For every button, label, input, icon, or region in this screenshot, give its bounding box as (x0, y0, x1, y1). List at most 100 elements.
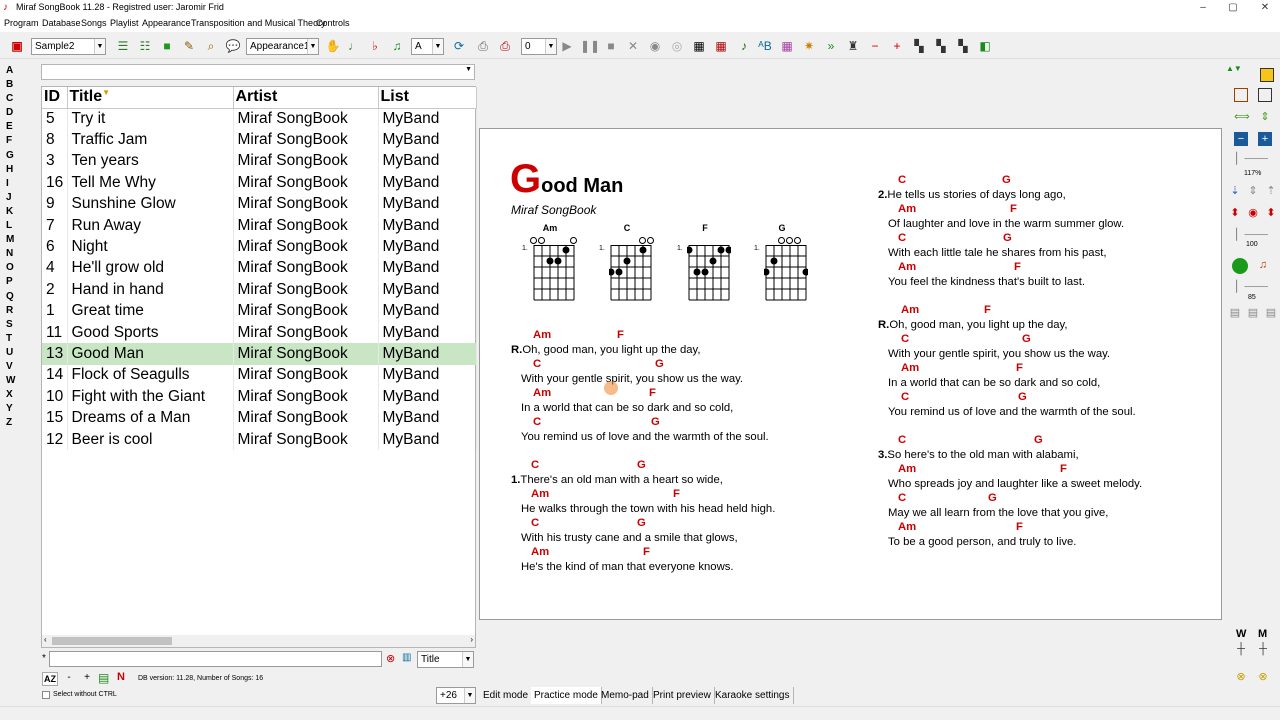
green-square-icon[interactable]: ■ (158, 37, 176, 55)
tab-karaoke-settings[interactable]: Karaoke settings (712, 687, 794, 704)
letter-v[interactable]: V (6, 360, 20, 374)
plus-button[interactable]: + (80, 672, 94, 686)
table-row[interactable]: 7 Run Away Miraf SongBook MyBand (42, 214, 477, 237)
letter-p[interactable]: P (6, 275, 20, 289)
frame-white-icon[interactable] (1258, 88, 1272, 102)
table-row[interactable]: 3 Ten years Miraf SongBook MyBand (42, 150, 477, 173)
table-row[interactable]: 10 Fight with the Giant Miraf SongBook MyBa… (42, 386, 477, 408)
close-button[interactable]: ✕ (1250, 0, 1280, 16)
letter-l[interactable]: L (6, 219, 20, 233)
align-right-icon[interactable]: ▤ (1264, 306, 1278, 320)
marker-m3-icon[interactable]: ▚ (954, 37, 972, 55)
letter-g[interactable]: G (6, 149, 20, 163)
print-preview-icon[interactable]: ⎙ (496, 37, 514, 55)
scroll-right-icon[interactable]: › (470, 635, 473, 644)
menu-controls[interactable]: Controls (316, 18, 350, 28)
note-add-icon[interactable]: ♫ (388, 37, 406, 55)
search-input[interactable] (49, 651, 382, 667)
column-header-title[interactable]: Title▼ (67, 87, 234, 109)
scrollbar-thumb[interactable] (52, 637, 172, 645)
w-reset-icon[interactable]: ⊗ (1234, 670, 1248, 684)
table-row[interactable]: 16 Tell Me Why Miraf SongBook MyBand (42, 172, 477, 194)
letter-j[interactable]: J (6, 191, 20, 205)
frame-icon[interactable] (1234, 88, 1248, 102)
volume-slider[interactable]: ▏─── (1234, 280, 1270, 294)
letter-k[interactable]: K (6, 205, 20, 219)
column-header-id[interactable]: ID (42, 87, 68, 109)
record-scroll-icon[interactable]: ◉ (1246, 206, 1260, 220)
letter-q[interactable]: Q (6, 290, 20, 304)
stop-icon[interactable]: ■ (602, 37, 620, 55)
new-icon[interactable]: N (117, 671, 125, 683)
table-row[interactable]: 9 Sunshine Glow Miraf SongBook MyBand (42, 193, 477, 215)
minus-button[interactable]: - (62, 672, 76, 686)
text-ab-icon[interactable]: ᴬB (756, 37, 774, 55)
list-icon[interactable]: ☰ (114, 37, 132, 55)
letter-c[interactable]: C (6, 92, 20, 106)
yellow-square-icon[interactable] (1260, 68, 1274, 82)
select-without-ctrl-checkbox[interactable] (42, 691, 50, 699)
letter-a[interactable]: A (6, 64, 20, 78)
table-row[interactable]: 1 Great time Miraf SongBook MyBand (42, 300, 477, 322)
table-row[interactable]: 14 Flock of Seagulls Miraf SongBook MyBand (42, 364, 477, 387)
letter-z[interactable]: Z (6, 416, 20, 430)
save-icon[interactable]: ▣ (8, 37, 26, 55)
table-row[interactable]: 6 Night Miraf SongBook MyBand (42, 236, 477, 258)
minus-icon[interactable]: − (866, 37, 884, 55)
m-reset-icon[interactable]: ⊗ (1256, 670, 1270, 684)
letter-w[interactable]: W (6, 374, 20, 388)
menu-database[interactable]: Database (42, 18, 81, 28)
arrows-horizontal-icon[interactable]: ⟺ (1234, 110, 1250, 124)
forward-icon[interactable]: » (822, 37, 840, 55)
letter-f[interactable]: F (6, 134, 20, 148)
record-icon[interactable]: ◉ (646, 37, 664, 55)
pencil-icon[interactable]: ✎ (180, 37, 198, 55)
scroll-red-icon[interactable]: ⬍ (1264, 206, 1278, 220)
table-row[interactable]: 13 Good Man Miraf SongBook MyBand (42, 343, 477, 365)
picture-red-icon[interactable]: ▦ (712, 37, 730, 55)
add-list-icon[interactable]: ▤ (98, 671, 109, 685)
refresh-icon[interactable]: ⟳ (450, 37, 468, 55)
menu-appearance[interactable]: Appearance (142, 18, 191, 28)
scroll-up-icon[interactable]: ⇡ (1264, 184, 1278, 198)
zoom-out-icon[interactable]: − (1234, 132, 1248, 146)
songbook-select[interactable]: Sample2 ▼ (31, 38, 106, 55)
tab-memo-pad[interactable]: Memo-pad (598, 687, 653, 704)
guitar-icon[interactable]: ♜ (844, 37, 862, 55)
note-down-icon[interactable]: ♩ (345, 37, 363, 55)
arrows-vertical-icon[interactable]: ⇕ (1258, 110, 1272, 124)
tab-practice-mode[interactable]: Practice mode (531, 687, 602, 704)
marker-m-icon[interactable]: ▚ (910, 37, 928, 55)
letter-r[interactable]: R (6, 304, 20, 318)
marker-m2-icon[interactable]: ▚ (932, 37, 950, 55)
letter-i[interactable]: I (6, 177, 20, 191)
shuffle-icon[interactable]: ✕ (624, 37, 642, 55)
pause-icon[interactable]: ❚❚ (580, 37, 600, 55)
color-grid-icon[interactable]: ▦ (778, 37, 796, 55)
plus-icon[interactable]: + (888, 37, 906, 55)
maximize-button[interactable]: ▢ (1218, 0, 1248, 16)
note-flat-icon[interactable]: ♭ (366, 37, 384, 55)
font-select[interactable]: A ▼ (411, 38, 444, 55)
zoom-in-icon[interactable]: + (1258, 132, 1272, 146)
menu-transposition[interactable]: Transposition and Musical Theory (191, 18, 326, 28)
picture-icon[interactable]: ▦ (690, 37, 708, 55)
letter-s[interactable]: S (6, 318, 20, 332)
align-center-icon[interactable]: ▤ (1246, 306, 1260, 320)
search-icon[interactable]: ⌕ (202, 37, 220, 55)
column-header-artist[interactable]: Artist (233, 87, 379, 109)
columns-icon[interactable]: ▥ (402, 652, 411, 663)
circle-icon[interactable]: ◎ (668, 37, 686, 55)
menu-songs[interactable]: Songs (81, 18, 107, 28)
go-icon[interactable] (1232, 258, 1248, 274)
w-slider[interactable]: ┼ (1234, 642, 1248, 668)
letter-e[interactable]: E (6, 120, 20, 134)
horizontal-scrollbar[interactable]: ‹ › (42, 635, 475, 647)
scroll-down-icon[interactable]: ⇣ (1228, 184, 1242, 198)
letter-h[interactable]: H (6, 163, 20, 177)
table-row[interactable]: 11 Good Sports Miraf SongBook MyBand (42, 321, 477, 344)
letter-y[interactable]: Y (6, 402, 20, 416)
letter-u[interactable]: U (6, 346, 20, 360)
sort-az-button[interactable]: AZ (42, 672, 58, 686)
print-icon[interactable]: ⎙ (474, 37, 492, 55)
